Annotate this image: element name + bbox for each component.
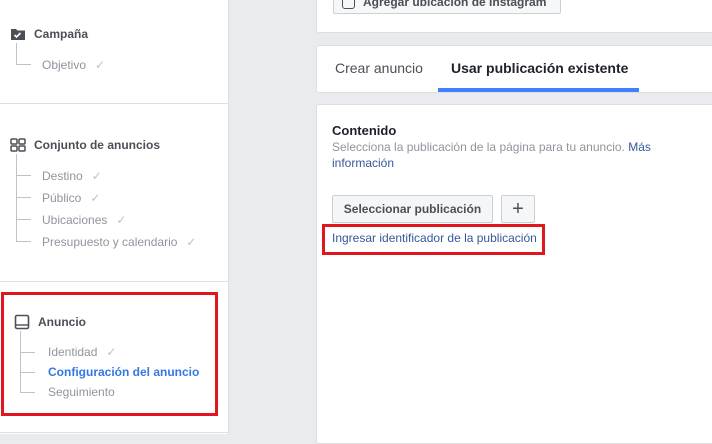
tree-branch [16, 43, 31, 65]
sidebar-item-label: Público [42, 191, 82, 205]
tree-branch [16, 154, 31, 176]
content-title: Contenido [332, 123, 397, 138]
highlight-box-ad-section [1, 292, 218, 416]
adset-tree: Destino ✓ Público ✓ Ubicaciones ✓ Presup… [16, 154, 197, 253]
sidebar-item-presupuesto[interactable]: Presupuesto y calendario ✓ [16, 220, 197, 253]
sidebar-item-destino[interactable]: Destino ✓ [16, 154, 196, 187]
tree-branch [16, 176, 31, 198]
campaign-tree: Objetivo ✓ [16, 43, 106, 76]
sidebar-item-label: Objetivo [42, 58, 87, 72]
content-description-text: Selecciona la publicación de la página p… [332, 140, 625, 154]
check-icon: ✓ [91, 169, 102, 183]
sidebar-item-ubicaciones[interactable]: Ubicaciones ✓ [16, 198, 196, 231]
tree-branch [16, 220, 31, 242]
sidebar-item-label: Presupuesto y calendario [42, 235, 178, 249]
add-post-button[interactable]: + [501, 195, 535, 223]
add-instagram-placement-label: Agregar ubicación de Instagram [363, 0, 547, 9]
campaign-section-header[interactable]: Campaña [10, 26, 88, 42]
instagram-icon [342, 0, 355, 9]
campaign-section-title: Campaña [34, 27, 89, 41]
adset-section-header[interactable]: Conjunto de anuncios [10, 137, 160, 153]
highlight-box-post-id [322, 224, 545, 255]
check-icon: ✓ [95, 58, 106, 72]
sidebar-item-label: Ubicaciones [42, 213, 108, 227]
folder-check-icon [10, 26, 26, 42]
section-divider [0, 281, 228, 282]
section-divider [0, 432, 228, 433]
check-icon: ✓ [116, 213, 127, 227]
adset-section-title: Conjunto de anuncios [34, 138, 160, 152]
sidebar-item-publico[interactable]: Público ✓ [16, 176, 196, 209]
add-instagram-placement-button[interactable]: Agregar ubicación de Instagram [333, 0, 561, 14]
sidebar-item-label: Destino [42, 169, 83, 183]
active-tab-indicator [438, 88, 639, 92]
content-description: Selecciona la publicación de la página p… [332, 139, 662, 171]
check-icon: ✓ [186, 235, 197, 249]
tree-branch [16, 198, 31, 220]
select-post-button[interactable]: Seleccionar publicación [332, 195, 493, 223]
tab-crear-anuncio[interactable]: Crear anuncio [335, 60, 423, 76]
check-icon: ✓ [90, 191, 101, 205]
section-divider [0, 103, 228, 104]
grid-icon [10, 137, 26, 153]
sidebar-item-objetivo[interactable]: Objetivo ✓ [16, 43, 106, 76]
tab-usar-publicacion-existente[interactable]: Usar publicación existente [451, 60, 628, 76]
